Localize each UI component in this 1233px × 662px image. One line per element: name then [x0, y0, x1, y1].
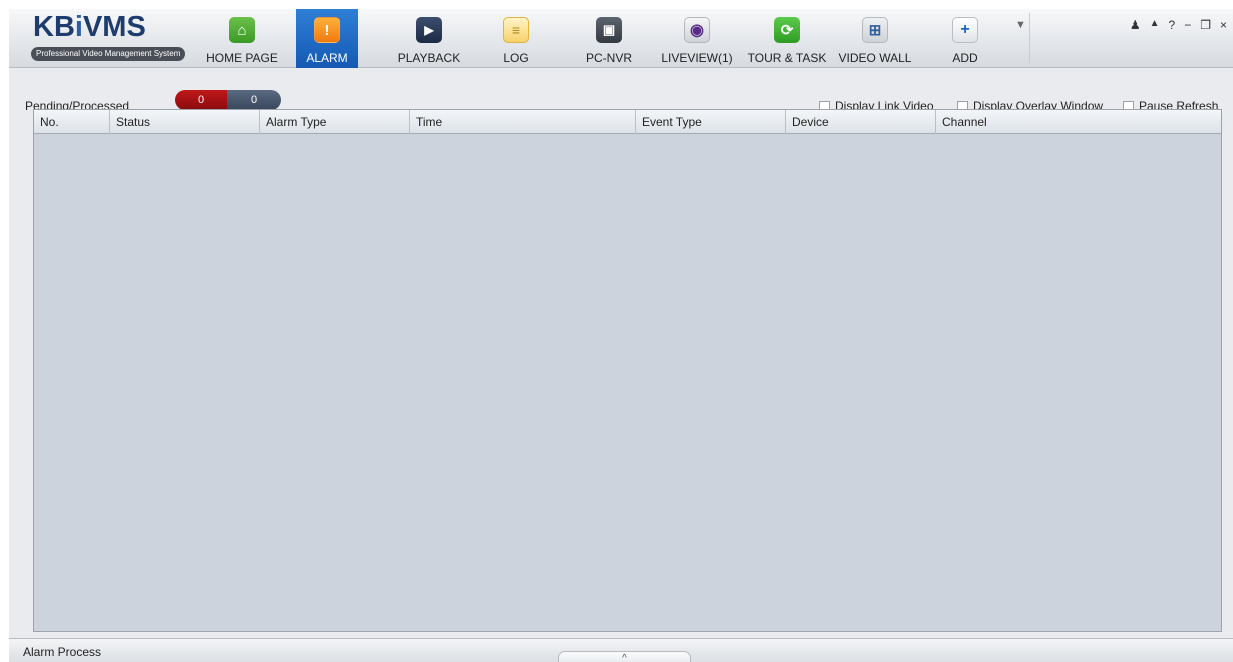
nav-tour-label: TOUR & TASK — [747, 51, 827, 65]
column-header-channel[interactable]: Channel — [936, 110, 1221, 134]
logo-text-vms: VMS — [82, 11, 146, 43]
nav-home-label: HOME PAGE — [206, 51, 278, 65]
column-header-device[interactable]: Device — [786, 110, 936, 134]
column-header-time[interactable]: Time — [410, 110, 636, 134]
status-bar: Alarm Process ^ — [9, 638, 1233, 662]
minimize-icon[interactable]: − — [1184, 18, 1191, 32]
pending-count[interactable]: 0 — [175, 90, 227, 110]
add-icon: + — [952, 17, 978, 43]
filter-row: Pending/Processed 0 0 Display Link Video… — [9, 69, 1233, 113]
nav-tour-task[interactable]: ⟳ TOUR & TASK — [745, 9, 829, 68]
nav-liveview[interactable]: ◉ LIVEVIEW(1) — [659, 9, 735, 68]
lock-icon[interactable]: ▲ — [1150, 18, 1160, 32]
nav-home-page[interactable]: ⌂ HOME PAGE — [197, 9, 287, 68]
playback-icon: ▶ — [416, 17, 442, 43]
logo-text-i: i — [74, 11, 83, 43]
more-menu-button[interactable]: ▼ — [1012, 13, 1030, 63]
window-controls: ♟ ▲ ? − ❐ × — [1130, 18, 1227, 32]
pc-nvr-icon: ▣ — [596, 17, 622, 43]
alarm-table-body — [34, 134, 1221, 631]
nav-log-label: LOG — [503, 51, 529, 65]
alarm-table-header: No. Status Alarm Type Time Event Type De… — [34, 110, 1221, 134]
nav-video-wall[interactable]: ⊞ VIDEO WALL — [837, 9, 913, 68]
alarm-process-title: Alarm Process — [23, 645, 102, 659]
home-icon: ⌂ — [229, 17, 255, 43]
restore-icon[interactable]: ❐ — [1200, 18, 1211, 32]
help-icon[interactable]: ? — [1169, 18, 1176, 32]
logo-subtitle: Professional Video Management System — [31, 47, 186, 61]
top-toolbar: KBiVMS Professional Video Management Sys… — [9, 9, 1233, 68]
tour-task-icon: ⟳ — [774, 17, 800, 43]
logo-text-kb: KB — [33, 11, 75, 43]
processed-count[interactable]: 0 — [227, 90, 281, 110]
nav-pc-nvr[interactable]: ▣ PC-NVR — [581, 9, 637, 68]
log-icon: ≡ — [503, 17, 529, 43]
column-header-status[interactable]: Status — [110, 110, 260, 134]
nav-playback[interactable]: ▶ PLAYBACK — [393, 9, 465, 68]
camera-icon: ◉ — [684, 17, 710, 43]
nav-wall-label: VIDEO WALL — [838, 51, 912, 65]
logo-wordmark: KBiVMS — [33, 11, 146, 44]
nav-add[interactable]: + ADD — [948, 9, 982, 68]
nav-add-label: ADD — [952, 51, 978, 65]
nav-pcnvr-label: PC-NVR — [585, 51, 632, 65]
nav-liveview-label: LIVEVIEW(1) — [661, 51, 733, 65]
column-header-event-type[interactable]: Event Type — [636, 110, 786, 134]
app-logo: KBiVMS Professional Video Management Sys… — [17, 11, 189, 63]
nav-playback-label: PLAYBACK — [397, 51, 461, 65]
close-icon[interactable]: × — [1220, 18, 1227, 32]
pending-processed-toggle[interactable]: 0 0 — [175, 90, 281, 110]
user-icon[interactable]: ♟ — [1130, 18, 1141, 32]
chevron-down-icon: ▼ — [1015, 19, 1026, 31]
nav-alarm[interactable]: ! ALARM — [296, 9, 358, 68]
app-window: KBiVMS Professional Video Management Sys… — [9, 9, 1233, 662]
chevron-up-icon: ^ — [622, 653, 627, 662]
expand-panel-tab[interactable]: ^ — [558, 651, 691, 662]
video-wall-icon: ⊞ — [862, 17, 888, 43]
alarm-table[interactable]: No. Status Alarm Type Time Event Type De… — [33, 109, 1222, 632]
alarm-icon: ! — [314, 17, 340, 43]
column-header-no[interactable]: No. — [34, 110, 110, 134]
nav-log[interactable]: ≡ LOG — [496, 9, 536, 68]
nav-alarm-label: ALARM — [306, 51, 348, 65]
column-header-alarm-type[interactable]: Alarm Type — [260, 110, 410, 134]
